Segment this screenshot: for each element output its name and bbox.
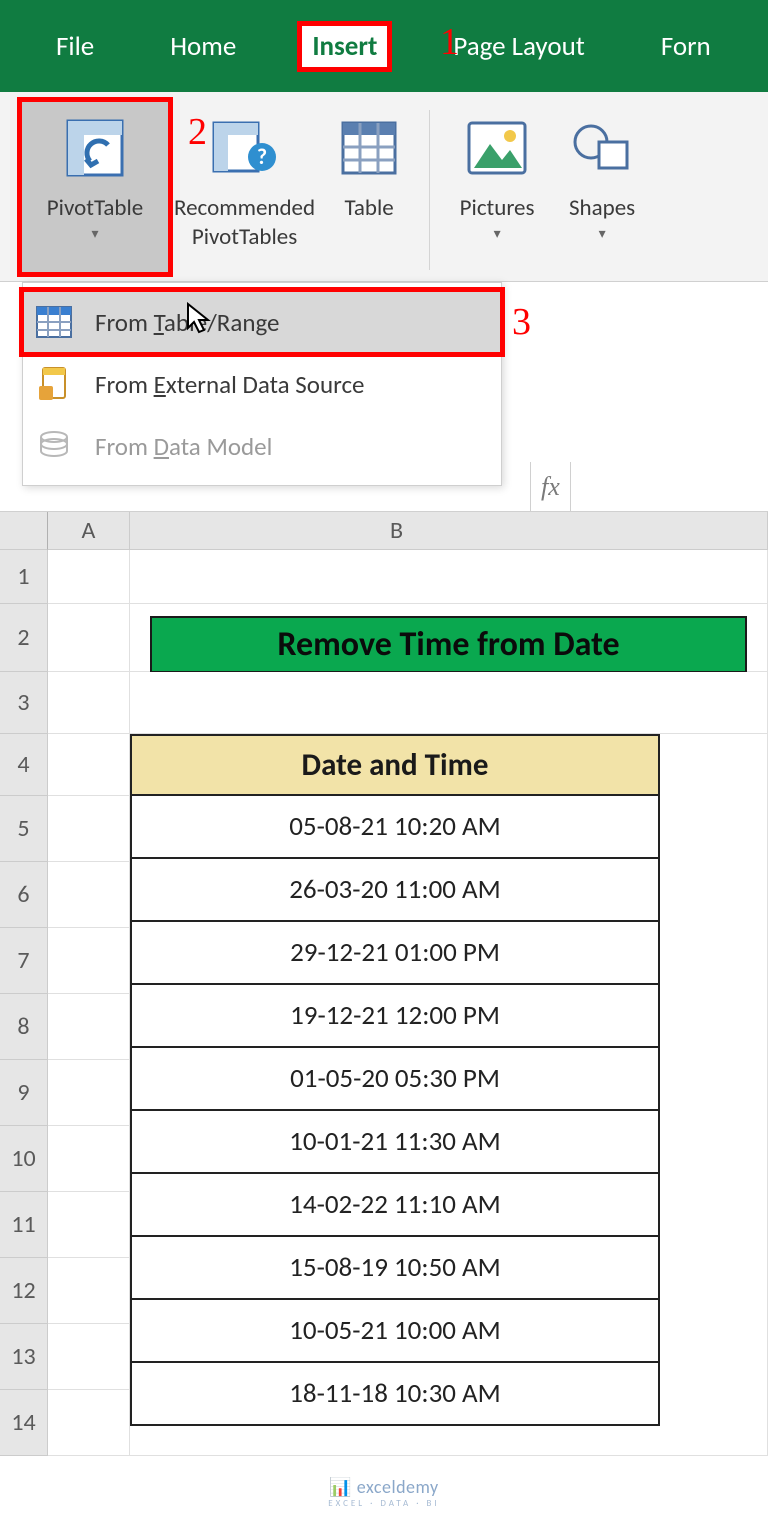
data-model-icon: [35, 427, 73, 465]
row-header[interactable]: 14: [0, 1390, 48, 1456]
row-header[interactable]: 7: [0, 928, 48, 994]
column-header-B[interactable]: B: [130, 512, 768, 550]
cell[interactable]: [130, 672, 768, 734]
pivottable-button[interactable]: PivotTable ▾: [22, 102, 168, 272]
pivottable-dropdown: From Table/Range From External Data Sour…: [22, 282, 502, 486]
pivottable-label: PivotTable: [47, 194, 143, 223]
cell[interactable]: [48, 672, 130, 734]
shapes-icon: [571, 108, 633, 188]
chevron-down-icon: ▾: [91, 225, 98, 243]
row-header[interactable]: 8: [0, 994, 48, 1060]
recommended-pivottables-icon: ?: [212, 108, 278, 188]
ribbon: PivotTable ▾ ? Recommended PivotTables: [0, 92, 768, 282]
row-header[interactable]: 13: [0, 1324, 48, 1390]
row-header[interactable]: 10: [0, 1126, 48, 1192]
cell[interactable]: [48, 734, 130, 796]
cell[interactable]: [48, 928, 130, 994]
recommended-pivottables-button[interactable]: ? Recommended PivotTables: [168, 102, 321, 272]
cell[interactable]: [48, 1060, 130, 1126]
ribbon-tabs: File Home Insert Page Layout Forn: [0, 0, 768, 92]
from-external-data-item[interactable]: From External Data Source: [23, 353, 501, 415]
table-cell[interactable]: 14-02-22 11:10 AM: [131, 1173, 659, 1236]
svg-text:?: ?: [256, 143, 266, 170]
row-header[interactable]: 1: [0, 550, 48, 604]
data-table: Date and Time 05-08-21 10:20 AM 26-03-20…: [130, 734, 660, 1426]
table-icon: [340, 108, 398, 188]
shapes-button[interactable]: Shapes ▾: [552, 102, 652, 272]
pictures-button[interactable]: Pictures ▾: [442, 102, 552, 272]
shapes-label: Shapes: [569, 194, 635, 223]
tab-insert[interactable]: Insert: [302, 26, 387, 67]
from-table-range-label: From Table/Range: [95, 307, 279, 338]
row-header[interactable]: 3: [0, 672, 48, 734]
pivottable-icon: [64, 108, 126, 188]
recommended-label-2: PivotTables: [192, 223, 297, 252]
worksheet-grid: A B 1 2 Remove Time from Date 3 4 Date a…: [0, 512, 768, 1456]
table-range-icon: [35, 303, 73, 341]
recommended-label-1: Recommended: [174, 194, 315, 223]
row-header[interactable]: 12: [0, 1258, 48, 1324]
cell[interactable]: Remove Time from Date: [130, 604, 768, 672]
cell[interactable]: [130, 550, 768, 604]
cell[interactable]: [48, 994, 130, 1060]
row-header[interactable]: 4: [0, 734, 48, 796]
table-cell[interactable]: 01-05-20 05:30 PM: [131, 1047, 659, 1110]
watermark: 📊 exceldemy EXCEL · DATA · BI: [0, 1456, 768, 1517]
table-cell[interactable]: 10-01-21 11:30 AM: [131, 1110, 659, 1173]
table-cell[interactable]: 18-11-18 10:30 AM: [131, 1362, 659, 1425]
tab-file[interactable]: File: [46, 26, 104, 67]
table-cell[interactable]: 05-08-21 10:20 AM: [131, 795, 659, 858]
table-cell[interactable]: 29-12-21 01:00 PM: [131, 921, 659, 984]
tab-formulas[interactable]: Forn: [651, 26, 721, 67]
data-table-area: Date and Time 05-08-21 10:20 AM 26-03-20…: [130, 734, 768, 1456]
tab-page-layout[interactable]: Page Layout: [443, 26, 594, 67]
formula-input[interactable]: [570, 462, 768, 511]
table-label: Table: [344, 194, 393, 223]
tab-home[interactable]: Home: [160, 26, 246, 67]
table-cell[interactable]: 10-05-21 10:00 AM: [131, 1299, 659, 1362]
external-data-icon: [35, 365, 73, 403]
from-data-model-label: From Data Model: [95, 431, 272, 462]
table-cell[interactable]: 19-12-21 12:00 PM: [131, 984, 659, 1047]
table-button[interactable]: Table: [321, 102, 417, 272]
cell[interactable]: [48, 796, 130, 862]
row-header[interactable]: 2: [0, 604, 48, 672]
pictures-icon: [466, 108, 528, 188]
sheet-title: Remove Time from Date: [150, 616, 747, 673]
cell[interactable]: [48, 604, 130, 672]
from-data-model-item: From Data Model: [23, 415, 501, 477]
annotation-3: 3: [512, 300, 531, 344]
fx-label: fx: [530, 462, 570, 511]
table-cell[interactable]: 26-03-20 11:00 AM: [131, 858, 659, 921]
cell[interactable]: [48, 862, 130, 928]
table-cell[interactable]: 15-08-19 10:50 AM: [131, 1236, 659, 1299]
row-header[interactable]: 9: [0, 1060, 48, 1126]
cell[interactable]: [48, 1126, 130, 1192]
watermark-brand: 📊 exceldemy: [329, 1476, 438, 1498]
cell[interactable]: [48, 1390, 130, 1456]
row-header[interactable]: 5: [0, 796, 48, 862]
cell[interactable]: [48, 550, 130, 604]
pictures-label: Pictures: [460, 194, 535, 223]
watermark-tag: EXCEL · DATA · BI: [0, 1498, 768, 1509]
row-header[interactable]: 6: [0, 862, 48, 928]
cell[interactable]: [48, 1258, 130, 1324]
select-all-corner[interactable]: [0, 512, 48, 550]
from-external-data-label: From External Data Source: [95, 369, 364, 400]
cell[interactable]: [48, 1324, 130, 1390]
from-table-range-item[interactable]: From Table/Range: [23, 291, 501, 353]
chevron-down-icon: ▾: [599, 225, 606, 243]
row-header[interactable]: 11: [0, 1192, 48, 1258]
ribbon-separator: [429, 110, 430, 270]
column-header-A[interactable]: A: [48, 512, 130, 550]
cell[interactable]: [48, 1192, 130, 1258]
chevron-down-icon: ▾: [494, 225, 501, 243]
table-header[interactable]: Date and Time: [131, 735, 659, 795]
